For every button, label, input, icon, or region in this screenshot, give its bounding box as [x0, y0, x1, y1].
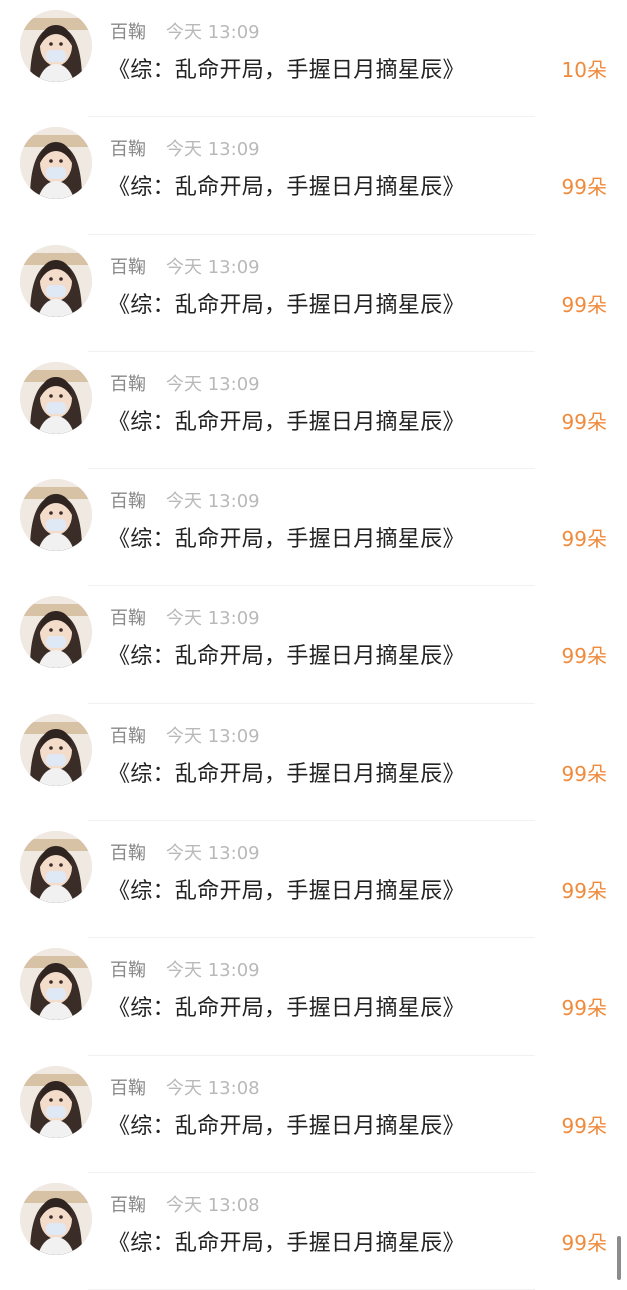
avatar[interactable] [20, 948, 92, 1021]
timestamp: 今天 13:09 [166, 608, 260, 630]
username: 百鞠 [110, 22, 146, 43]
avatar[interactable] [20, 10, 92, 82]
username: 百鞠 [110, 725, 146, 747]
username: 百鞠 [110, 373, 146, 395]
list-item[interactable]: 百鞠 今天 13:09 《综：乱命开局，手握日月摘星辰》 99朵 [0, 235, 627, 352]
username: 百鞠 [110, 960, 146, 982]
gift-amount: 99朵 [561, 292, 607, 317]
username: 百鞠 [110, 1194, 146, 1216]
timestamp: 今天 13:09 [166, 725, 260, 747]
avatar[interactable] [20, 831, 92, 904]
gift-amount: 99朵 [561, 1113, 607, 1138]
username: 百鞠 [110, 1077, 146, 1099]
list-item[interactable]: 百鞠 今天 13:09 《综：乱命开局，手握日月摘星辰》 99朵 [0, 469, 627, 587]
list-item[interactable]: 百鞠 今天 13:09 《综：乱命开局，手握日月摘星辰》 99朵 [0, 352, 627, 470]
gift-amount: 99朵 [561, 996, 607, 1021]
gift-amount: 99朵 [561, 761, 607, 786]
list-item[interactable]: 百鞠 今天 13:08 《综：乱命开局，手握日月摘星辰》 99朵 [0, 1173, 627, 1290]
list-item[interactable]: 百鞠 今天 13:09 《综：乱命开局，手握日月摘星辰》 99朵 [0, 938, 627, 1056]
avatar[interactable] [20, 596, 92, 669]
avatar[interactable] [20, 244, 92, 317]
avatar[interactable] [20, 127, 92, 200]
timestamp: 今天 13:09 [166, 22, 260, 43]
timestamp: 今天 13:08 [166, 1194, 260, 1216]
timestamp: 今天 13:09 [166, 843, 260, 865]
username: 百鞠 [110, 491, 146, 513]
book-title[interactable]: 《综：乱命开局，手握日月摘星辰》 [108, 638, 465, 670]
avatar[interactable] [20, 361, 92, 434]
gift-amount: 99朵 [561, 879, 607, 904]
username: 百鞠 [110, 843, 146, 865]
username: 百鞠 [110, 139, 146, 161]
book-title[interactable]: 《综：乱命开局，手握日月摘星辰》 [108, 756, 465, 788]
username: 百鞠 [110, 608, 146, 630]
book-title[interactable]: 《综：乱命开局，手握日月摘星辰》 [108, 52, 465, 84]
book-title[interactable]: 《综：乱命开局，手握日月摘星辰》 [108, 873, 465, 905]
avatar[interactable] [20, 1065, 92, 1138]
list-item[interactable]: 百鞠 今天 13:09 《综：乱命开局，手握日月摘星辰》 99朵 [0, 586, 627, 704]
list-item[interactable]: 百鞠 今天 13:09 《综：乱命开局，手握日月摘星辰》 99朵 [0, 821, 627, 939]
avatar[interactable] [20, 713, 92, 786]
timestamp: 今天 13:09 [166, 139, 260, 161]
timestamp: 今天 13:09 [166, 960, 260, 982]
list-item[interactable]: 百鞠 今天 13:08 《综：乱命开局，手握日月摘星辰》 99朵 [0, 1056, 627, 1173]
book-title[interactable]: 《综：乱命开局，手握日月摘星辰》 [108, 169, 465, 201]
timestamp: 今天 13:09 [166, 491, 260, 513]
book-title[interactable]: 《综：乱命开局，手握日月摘星辰》 [108, 521, 465, 553]
gift-amount: 99朵 [561, 409, 607, 434]
book-title[interactable]: 《综：乱命开局，手握日月摘星辰》 [108, 1225, 465, 1257]
list-item[interactable]: 百鞠 今天 13:09 《综：乱命开局，手握日月摘星辰》 99朵 [0, 117, 627, 235]
book-title[interactable]: 《综：乱命开局，手握日月摘星辰》 [108, 287, 465, 319]
book-title[interactable]: 《综：乱命开局，手握日月摘星辰》 [108, 1108, 465, 1140]
timestamp: 今天 13:09 [166, 373, 260, 395]
timestamp: 今天 13:08 [166, 1077, 260, 1099]
username: 百鞠 [110, 256, 146, 278]
gift-amount: 99朵 [561, 1230, 607, 1255]
book-title[interactable]: 《综：乱命开局，手握日月摘星辰》 [108, 990, 465, 1022]
gift-amount: 99朵 [561, 175, 607, 200]
scrollbar[interactable] [617, 1236, 621, 1280]
avatar[interactable] [20, 1182, 92, 1255]
timestamp: 今天 13:09 [166, 256, 260, 278]
gift-amount: 99朵 [561, 527, 607, 552]
avatar[interactable] [20, 479, 92, 552]
list-item[interactable]: 百鞠 今天 13:09 《综：乱命开局，手握日月摘星辰》 99朵 [0, 704, 627, 822]
book-title[interactable]: 《综：乱命开局，手握日月摘星辰》 [108, 404, 465, 436]
gift-record-list: 百鞠 今天 13:09 《综：乱命开局，手握日月摘星辰》 10朵 百鞠 今天 1… [0, 0, 627, 1290]
gift-amount: 99朵 [561, 644, 607, 669]
gift-amount: 10朵 [561, 58, 607, 82]
list-item[interactable]: 百鞠 今天 13:09 《综：乱命开局，手握日月摘星辰》 10朵 [0, 0, 627, 118]
